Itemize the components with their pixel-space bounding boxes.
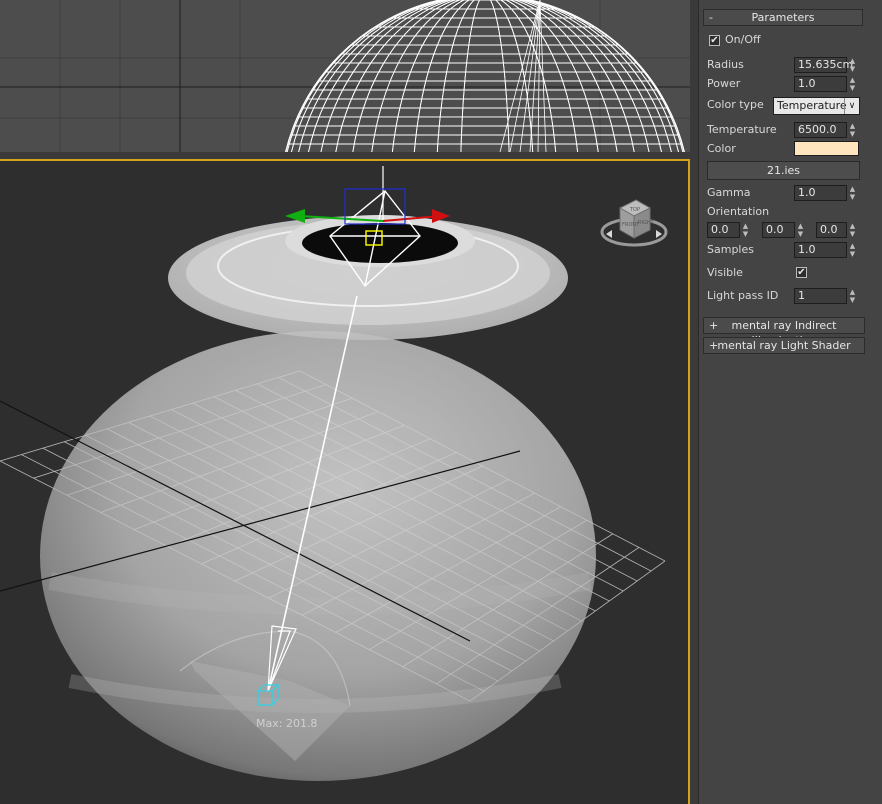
orientation-y-arrows[interactable]: ▲ ▼ xyxy=(795,222,806,238)
gamma-spinner-arrows[interactable]: ▲ ▼ xyxy=(847,185,858,201)
color-swatch[interactable] xyxy=(794,141,859,156)
temperature-value: 6500.0 xyxy=(798,123,837,136)
temperature-spinner-arrows[interactable]: ▲ ▼ xyxy=(847,122,858,138)
viewport-panel-gap xyxy=(690,0,698,804)
color-type-dropdown[interactable]: Temperature ∨ xyxy=(773,97,860,115)
gamma-value: 1.0 xyxy=(798,186,816,199)
orientation-x-arrows[interactable]: ▲ ▼ xyxy=(740,222,751,238)
parameters-title: Parameters xyxy=(751,11,815,24)
power-label: Power xyxy=(707,77,741,90)
power-spinner-arrows[interactable]: ▲ ▼ xyxy=(847,76,858,92)
light-pass-id-spinner[interactable]: 1 ▲ ▼ xyxy=(794,288,855,304)
orientation-y-spinner[interactable]: 0.0 ▲ ▼ xyxy=(762,222,803,238)
collapse-icon: - xyxy=(709,11,713,24)
orientation-x-spinner[interactable]: 0.0 ▲ ▼ xyxy=(707,222,748,238)
samples-value: 1.0 xyxy=(798,243,816,256)
temperature-spinner[interactable]: 6500.0 ▲ ▼ xyxy=(794,122,855,138)
orientation-x-value: 0.0 xyxy=(711,223,729,236)
samples-spinner-arrows[interactable]: ▲ ▼ xyxy=(847,242,858,258)
color-label: Color xyxy=(707,142,736,155)
ies-file-button[interactable]: 21.ies xyxy=(707,161,860,180)
color-type-label: Color type xyxy=(707,98,764,111)
radius-spinner-arrows[interactable]: ▲ ▼ xyxy=(847,57,858,73)
light-shader-label: mental ray Light Shader xyxy=(717,339,851,352)
power-value: 1.0 xyxy=(798,77,816,90)
light-pass-id-label: Light pass ID xyxy=(707,289,779,302)
gamma-label: Gamma xyxy=(707,186,751,199)
viewcube-top-label: TOP xyxy=(629,207,640,213)
samples-label: Samples xyxy=(707,243,754,256)
chevron-down-icon: ∨ xyxy=(844,98,859,114)
temperature-label: Temperature xyxy=(707,123,777,136)
visible-checkbox[interactable]: ✔ xyxy=(796,267,807,278)
expand-icon: + xyxy=(709,339,719,352)
perspective-viewport[interactable]: TOP FRONT RIGHT Max: 201.8 xyxy=(0,159,690,804)
command-panel: - Parameters ✔ On/Off Radius 15.635cm ▲ ▼… xyxy=(698,0,882,804)
visible-label: Visible xyxy=(707,266,743,279)
on-off-checkbox[interactable]: ✔ xyxy=(709,35,720,46)
light-shader-rollout[interactable]: + mental ray Light Shader xyxy=(703,337,865,354)
orientation-z-spinner[interactable]: 0.0 ▲ ▼ xyxy=(816,222,855,238)
orientation-label: Orientation xyxy=(707,205,770,218)
expand-icon: + xyxy=(709,319,719,332)
power-spinner[interactable]: 1.0 ▲ ▼ xyxy=(794,76,855,92)
radius-value: 15.635cm xyxy=(798,58,854,71)
light-pass-id-arrows[interactable]: ▲ ▼ xyxy=(847,288,858,304)
radius-label: Radius xyxy=(707,58,744,71)
viewport-divider[interactable] xyxy=(0,152,690,159)
on-off-label: On/Off xyxy=(725,33,761,46)
samples-spinner[interactable]: 1.0 ▲ ▼ xyxy=(794,242,855,258)
orientation-z-value: 0.0 xyxy=(820,223,838,236)
max-readout: Max: 201.8 xyxy=(256,717,318,730)
color-type-value: Temperature xyxy=(777,99,847,112)
viewcube[interactable]: TOP FRONT RIGHT xyxy=(600,194,670,254)
indirect-illumination-rollout[interactable]: + mental ray Indirect Illumination xyxy=(703,317,865,347)
parameters-rollout-header[interactable]: - Parameters xyxy=(703,9,863,26)
light-pass-id-value: 1 xyxy=(798,289,805,302)
orientation-y-value: 0.0 xyxy=(766,223,784,236)
top-viewport[interactable] xyxy=(0,0,690,152)
radius-spinner[interactable]: 15.635cm ▲ ▼ xyxy=(794,57,855,73)
gamma-spinner[interactable]: 1.0 ▲ ▼ xyxy=(794,185,855,201)
viewcube-right-label: RIGHT xyxy=(638,220,655,226)
orientation-z-arrows[interactable]: ▲ ▼ xyxy=(847,222,858,238)
scene-render xyxy=(0,166,666,781)
wireframe-sphere xyxy=(0,0,690,152)
